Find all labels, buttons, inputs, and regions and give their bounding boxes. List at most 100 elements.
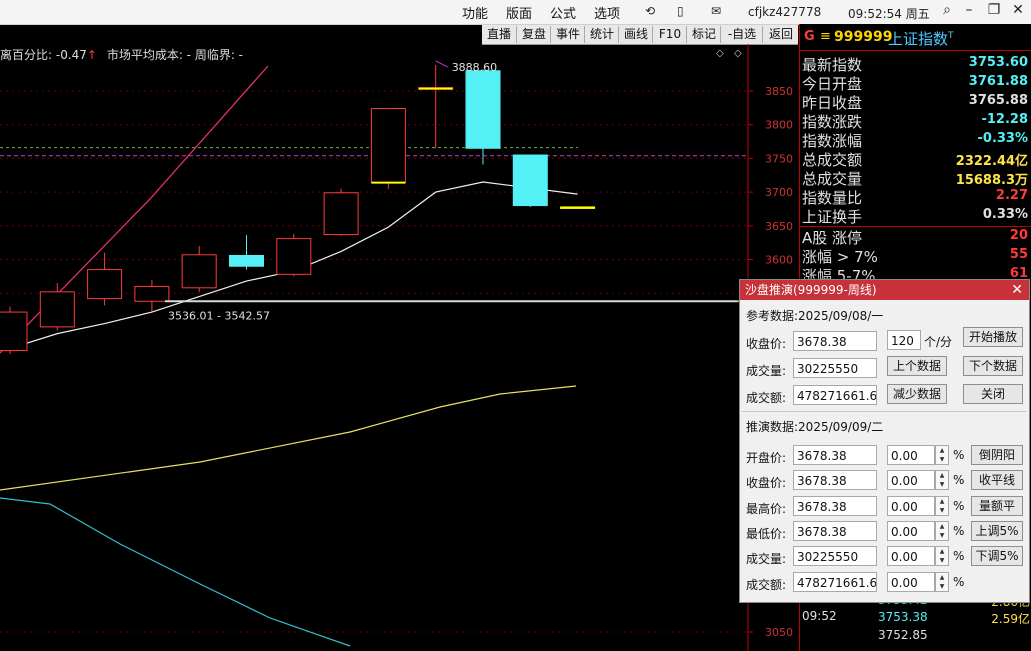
- next-data-button[interactable]: 下个数据: [963, 356, 1023, 376]
- dialog-close-icon[interactable]: ✕: [1011, 280, 1023, 300]
- close-dialog-button[interactable]: 关闭: [963, 384, 1023, 404]
- sim-label: 成交量:: [746, 552, 787, 567]
- top-menu-bar: 功能 版面 公式 选项 ⟲ ▯ ✉ cfjkz427778 09:52:54 周…: [0, 0, 1031, 25]
- chart-toolbar: 直播 复盘 事件 统计 画线 F10 标记 -自选 返回: [482, 25, 798, 45]
- candle-body: [134, 285, 170, 302]
- refresh-icon[interactable]: ⟲: [645, 4, 655, 18]
- quote-row: 最新指数 3753.60: [800, 54, 1030, 74]
- spin-buttons[interactable]: ▲ ▼: [935, 571, 949, 592]
- quote-label: 指数涨幅: [802, 132, 863, 150]
- sim-value-field[interactable]: 478271661.6: [793, 571, 877, 592]
- pct-sign: %: [953, 574, 965, 589]
- toolbar-mark[interactable]: 标记: [686, 26, 721, 43]
- quote-value: 2322.44亿: [955, 154, 1028, 169]
- sim-value-field[interactable]: 3678.38: [793, 445, 877, 465]
- sim-label: 收盘价:: [746, 476, 787, 491]
- y-tick-label: 3600: [765, 254, 793, 267]
- sim-action-button[interactable]: 收平线: [971, 470, 1023, 491]
- tick-time: 09:52: [802, 609, 837, 623]
- group-badge: G: [804, 29, 815, 44]
- sim-action-button[interactable]: 量额平: [971, 495, 1023, 516]
- minimize-icon[interactable]: –: [958, 2, 980, 18]
- ma-yellow-line: [0, 385, 577, 491]
- stat-value: 20: [1009, 228, 1028, 243]
- sim-action-button[interactable]: 下调5%: [971, 546, 1023, 567]
- menu-function[interactable]: 功能: [462, 3, 488, 22]
- toolbar-watchlist[interactable]: -自选: [720, 26, 763, 43]
- search-icon[interactable]: ⌕: [936, 2, 958, 18]
- quote-row: 指数量比 2.27: [800, 187, 1030, 207]
- sim-action-button[interactable]: 倒阴阳: [971, 445, 1023, 465]
- toolbar-live[interactable]: 直播: [482, 26, 516, 43]
- quote-value: 3753.60: [968, 55, 1028, 70]
- prev-data-button[interactable]: 上个数据: [887, 356, 947, 376]
- quote-label: 总成交额: [802, 151, 863, 169]
- sim-label: 开盘价:: [746, 451, 787, 465]
- clock: 09:52:54 周五: [848, 7, 930, 21]
- candle-body: [370, 108, 406, 184]
- quote-label: 指数量比: [802, 189, 863, 207]
- sim-value-field[interactable]: 3678.38: [793, 495, 877, 516]
- gap-label: 3536.01 - 3542.57: [168, 309, 270, 322]
- y-tick-label: 3650: [765, 220, 793, 233]
- quote-label: 总成交量: [802, 170, 863, 188]
- sim-label: 最高价:: [746, 501, 787, 516]
- user-account[interactable]: cfjkz427778: [748, 5, 821, 19]
- stat-row: A股 涨停 20: [800, 227, 1030, 247]
- candle-body: [276, 238, 312, 275]
- dialog-titlebar[interactable]: 沙盘推演(999999-周线) ✕: [740, 280, 1029, 300]
- candle-body: [560, 206, 596, 209]
- high-price-label: 3888.60: [452, 61, 498, 74]
- toolbar-f10[interactable]: F10: [652, 26, 687, 43]
- ref-volume-field[interactable]: 30225550: [793, 358, 877, 378]
- speed-input[interactable]: 120: [887, 330, 921, 350]
- sim-label: 成交额:: [746, 577, 787, 592]
- toolbar-events[interactable]: 事件: [550, 26, 585, 43]
- toolbar-back[interactable]: 返回: [762, 26, 799, 43]
- y-tick-label: 3850: [765, 85, 793, 98]
- toolbar-draw[interactable]: 画线: [618, 26, 653, 43]
- menu-formula[interactable]: 公式: [550, 3, 576, 22]
- close-window-icon[interactable]: ✕: [1007, 2, 1029, 18]
- stat-value: 55: [1009, 247, 1028, 262]
- toolbar-replay[interactable]: 复盘: [516, 26, 551, 43]
- toolbar-stats[interactable]: 统计: [584, 26, 619, 43]
- spin-buttons[interactable]: ▲ ▼: [935, 546, 949, 567]
- quote-value: -12.28: [981, 112, 1028, 127]
- sim-value-field[interactable]: 3678.38: [793, 470, 877, 491]
- sim-value-field[interactable]: 30225550: [793, 546, 877, 567]
- spin-buttons[interactable]: ▲ ▼: [935, 520, 949, 541]
- restore-icon[interactable]: ❐: [983, 2, 1005, 18]
- sim-pct-field[interactable]: 0.00: [887, 571, 935, 592]
- tick-price: 3752.85: [878, 628, 928, 642]
- sim-value-field[interactable]: 3678.38: [793, 520, 877, 541]
- pct-sign: %: [953, 498, 965, 513]
- quote-value: 15688.3万: [955, 173, 1028, 188]
- play-button[interactable]: 开始播放: [963, 327, 1023, 347]
- ref-section-title: 参考数据:2025/09/08/一: [746, 309, 884, 323]
- mail-icon[interactable]: ✉: [711, 4, 721, 18]
- sim-action-button[interactable]: 上调5%: [971, 520, 1023, 541]
- menu-icon[interactable]: ≡: [820, 29, 831, 44]
- sim-pct-field[interactable]: 0.00: [887, 445, 935, 465]
- ref-amount-field[interactable]: 478271661.6: [793, 385, 877, 405]
- candle-body: [512, 154, 548, 207]
- ref-close-field[interactable]: 3678.38: [793, 331, 877, 351]
- tick-price: 3753.38: [878, 610, 928, 624]
- high-pointer: [435, 60, 448, 68]
- spin-buttons[interactable]: ▲ ▼: [935, 445, 949, 465]
- kline-chart[interactable]: 3888.60 3536.01 - 3542.57 3850 3800 3750 370…: [0, 44, 799, 651]
- spin-buttons[interactable]: ▲ ▼: [935, 495, 949, 516]
- candle-body: [229, 254, 264, 267]
- sim-pct-field[interactable]: 0.00: [887, 546, 935, 567]
- phone-icon[interactable]: ▯: [677, 4, 684, 18]
- menu-options[interactable]: 选项: [594, 3, 620, 22]
- stat-label: A股 涨停: [802, 229, 863, 247]
- sim-pct-field[interactable]: 0.00: [887, 520, 935, 541]
- sim-pct-field[interactable]: 0.00: [887, 495, 935, 516]
- reduce-data-button[interactable]: 减少数据: [887, 384, 947, 404]
- menu-layout[interactable]: 版面: [506, 3, 532, 22]
- sim-pct-field[interactable]: 0.00: [887, 470, 935, 491]
- ma-cyan-line: [0, 497, 351, 647]
- spin-buttons[interactable]: ▲ ▼: [935, 470, 949, 491]
